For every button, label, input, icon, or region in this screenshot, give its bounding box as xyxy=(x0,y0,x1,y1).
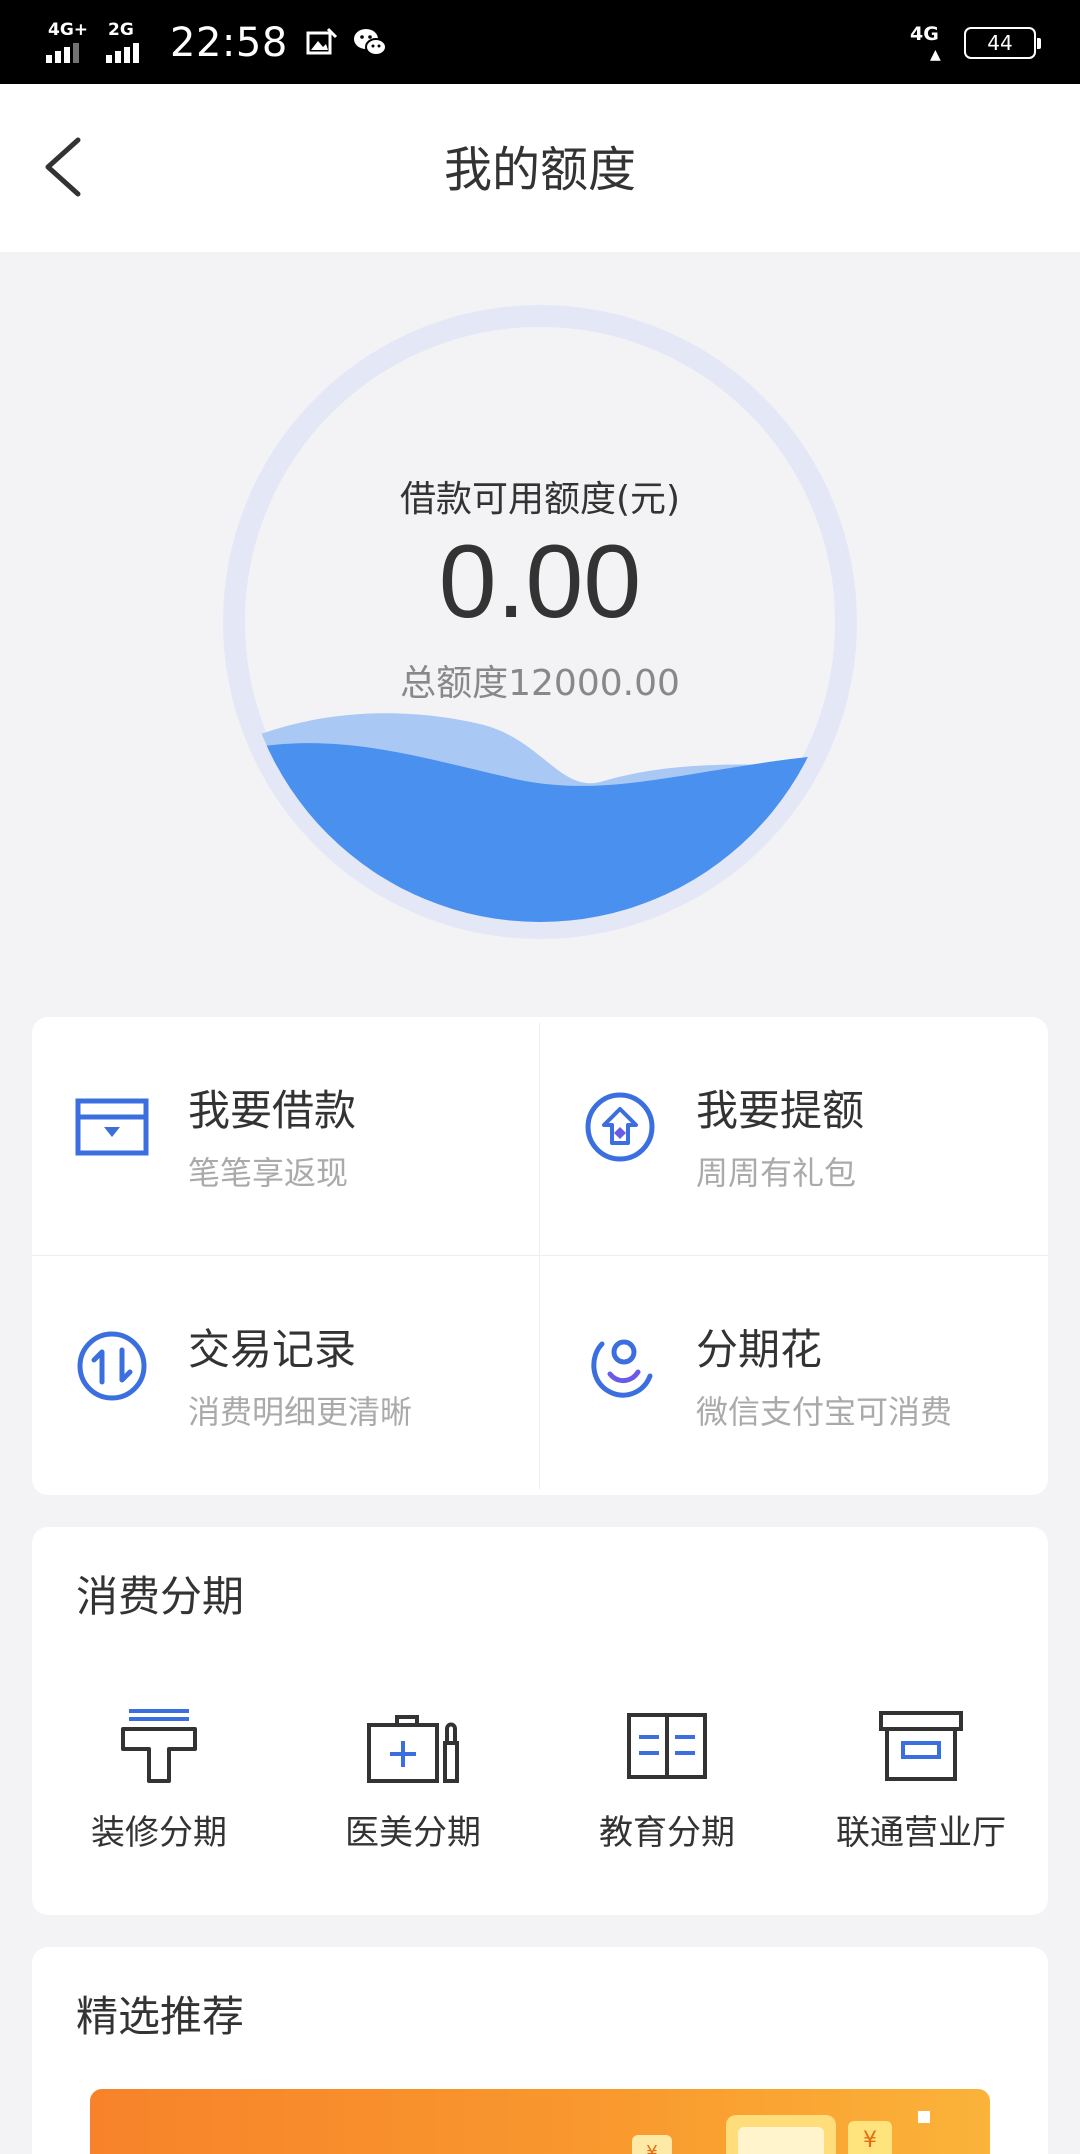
action-loan[interactable]: 我要借款 笔笔享返现 xyxy=(32,1017,540,1256)
transfer-icon xyxy=(77,1331,147,1401)
storefront-icon xyxy=(879,1711,963,1781)
status-bar: 4G+ 2G 22:58 4G ▲ 44 xyxy=(0,0,1080,84)
network-4g-icon: 4G ▲ xyxy=(910,23,941,63)
action-title: 交易记录 xyxy=(188,1325,357,1374)
installment-label: 教育分期 xyxy=(599,1813,735,1853)
signal-icon: 4G+ xyxy=(44,21,94,65)
medical-kit-icon xyxy=(367,1715,459,1783)
action-subtitle: 微信支付宝可消费 xyxy=(696,1393,953,1431)
available-amount: 0.00 xyxy=(438,524,642,640)
installment-label: 医美分期 xyxy=(345,1813,481,1853)
installment-label: 装修分期 xyxy=(91,1813,227,1853)
installment-renovation[interactable]: 装修分期 xyxy=(32,1677,286,1877)
sparkle-icon xyxy=(918,2111,930,2123)
nav-bar: 我的额度 xyxy=(0,84,1080,252)
available-label: 借款可用额度(元) xyxy=(399,479,681,520)
credit-gauge: 借款可用额度(元) 0.00 总额度12000.00 xyxy=(0,252,1080,982)
action-subtitle: 笔笔享返现 xyxy=(188,1154,349,1192)
section-title: 消费分期 xyxy=(76,1572,245,1621)
coin-icon: ¥ xyxy=(848,2121,892,2154)
signal-icon-2: 2G xyxy=(104,21,154,65)
promo-banner[interactable]: ¥ ¥ xyxy=(90,2089,990,2154)
battery-icon: 44 xyxy=(964,27,1041,59)
section-title: 精选推荐 xyxy=(76,1992,245,2041)
total-limit: 总额度12000.00 xyxy=(400,663,680,704)
book-icon xyxy=(627,1713,707,1779)
action-title: 分期花 xyxy=(696,1325,823,1374)
installment-education[interactable]: 教育分期 xyxy=(540,1677,794,1877)
action-transactions[interactable]: 交易记录 消费明细更清晰 xyxy=(32,1256,540,1495)
action-subtitle: 周周有礼包 xyxy=(696,1154,857,1192)
action-subtitle: 消费明细更清晰 xyxy=(188,1393,413,1431)
photo-icon xyxy=(306,27,337,55)
raise-limit-icon xyxy=(585,1092,655,1162)
recommend-card: 精选推荐 ¥ ¥ xyxy=(32,1947,1048,2154)
status-time: 22:58 xyxy=(170,20,288,66)
page-title: 我的额度 xyxy=(443,142,636,198)
installment-unicom-store[interactable]: 联通营业厅 xyxy=(794,1677,1048,1877)
loan-card-icon xyxy=(75,1098,149,1156)
smile-icon xyxy=(591,1339,653,1398)
coin-icon: ¥ xyxy=(632,2135,672,2154)
action-installment-spend[interactable]: 分期花 微信支付宝可消费 xyxy=(540,1256,1048,1495)
installment-medical-beauty[interactable]: 医美分期 xyxy=(286,1677,540,1877)
action-title: 我要提额 xyxy=(696,1086,865,1135)
action-title: 我要借款 xyxy=(188,1086,357,1135)
action-raise-limit[interactable]: 我要提额 周周有礼包 xyxy=(540,1017,1048,1256)
quick-actions-card: 我要借款 笔笔享返现 我要提额 周周有礼包 交易记录 消费明细更清晰 分期花 微… xyxy=(32,1017,1048,1495)
paint-roller-icon xyxy=(121,1709,197,1783)
wechat-icon xyxy=(353,29,387,56)
device-screen xyxy=(738,2127,824,2154)
installment-label: 联通营业厅 xyxy=(836,1813,1006,1853)
installments-card: 消费分期 装修分期 医美分期 教育分期 联通营业厅 xyxy=(32,1527,1048,1915)
